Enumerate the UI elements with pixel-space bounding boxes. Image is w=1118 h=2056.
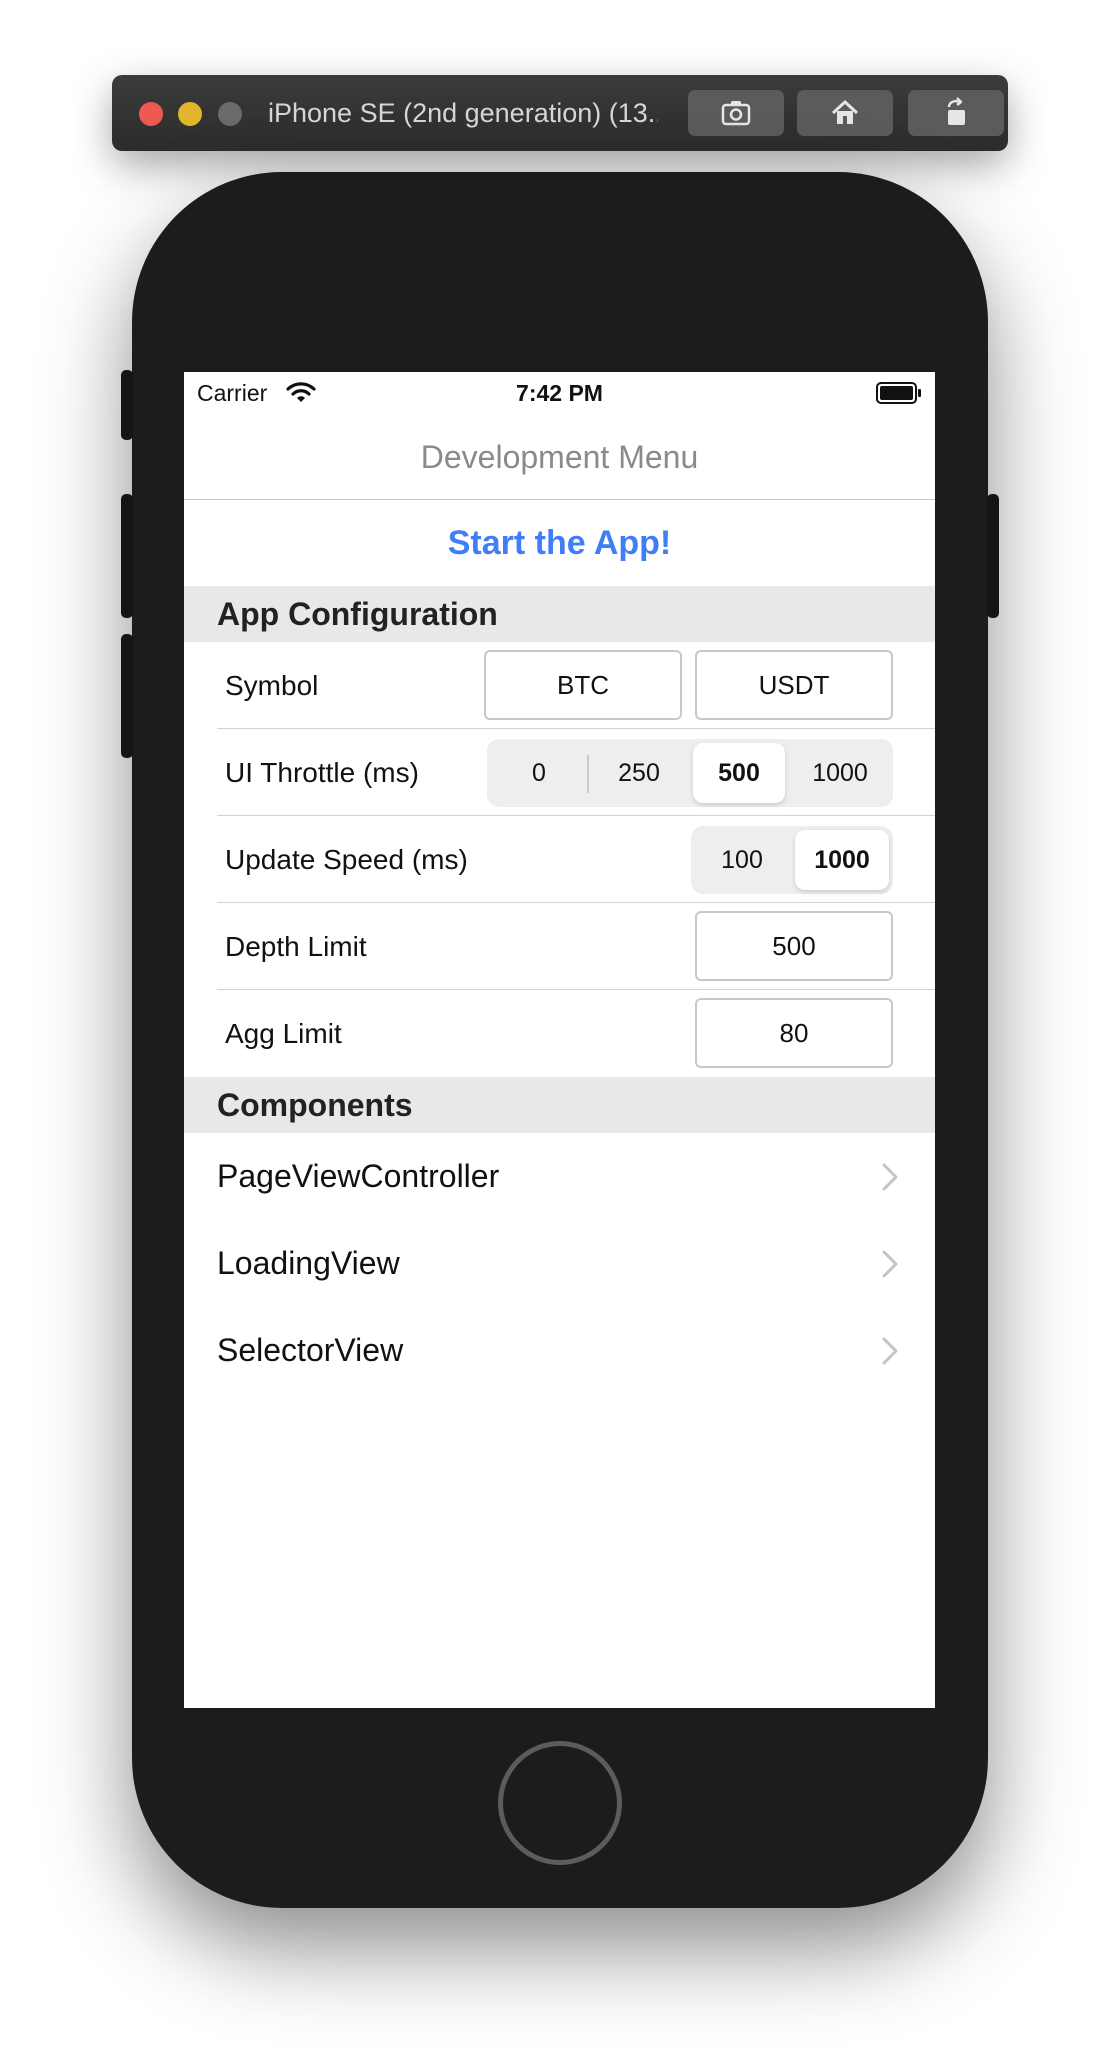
segment-divider [587,755,589,793]
volume-down-button [121,634,133,758]
chevron-right-icon [882,1337,898,1365]
ui-throttle-option-0[interactable]: 0 [491,743,587,803]
home-icon [831,100,859,124]
zoom-window-button[interactable] [218,102,242,126]
symbol-base-button[interactable]: BTC [484,650,682,720]
navigation-bar: Development Menu [184,414,935,500]
update-speed-segmented-control: 100 1000 [691,826,893,894]
ui-throttle-row: UI Throttle (ms) 0 250 500 1000 [184,729,935,816]
ui-throttle-label: UI Throttle (ms) [225,757,419,788]
screenshot-icon [721,101,751,126]
depth-limit-field[interactable]: 500 [695,911,893,981]
list-item-loading-view[interactable]: LoadingView [184,1220,935,1307]
ui-throttle-option-500[interactable]: 500 [693,743,785,803]
home-button[interactable] [797,90,893,136]
app-screen: Carrier 7:42 PM Development Menu Start t… [184,372,935,1708]
ui-throttle-segmented-control: 0 250 500 1000 [487,739,893,807]
chevron-right-icon [882,1163,898,1191]
list-item-label: SelectorView [217,1332,404,1368]
power-button [987,494,999,618]
minimize-window-button[interactable] [178,102,202,126]
section-header-components: Components [184,1077,935,1133]
list-item-label: PageViewController [217,1158,500,1194]
depth-limit-row: Depth Limit 500 [184,903,935,990]
screenshot-button[interactable] [688,90,784,136]
section-header-app-configuration: App Configuration [184,586,935,642]
list-item-label: LoadingView [217,1245,400,1281]
status-time: 7:42 PM [516,380,603,406]
rotate-icon [947,97,965,125]
simulator-window-bar: iPhone SE (2nd generation) (13... [112,75,1008,151]
ui-throttle-option-250[interactable]: 250 [591,743,687,803]
volume-up-button [121,494,133,618]
start-app-button[interactable]: Start the App! [184,500,935,586]
agg-limit-field[interactable]: 80 [695,998,893,1068]
simulator-title: iPhone SE (2nd generation) (13... [268,98,658,128]
chevron-right-icon [882,1250,898,1278]
device-home-button[interactable] [498,1741,622,1865]
update-speed-label: Update Speed (ms) [225,844,468,875]
update-speed-option-100[interactable]: 100 [695,830,789,890]
symbol-row: Symbol BTC USDT [184,642,935,729]
depth-limit-label: Depth Limit [225,931,367,962]
nav-title: Development Menu [420,439,699,475]
status-bar: Carrier 7:42 PM [184,372,935,414]
symbol-label: Symbol [225,670,319,701]
agg-limit-row: Agg Limit 80 [184,990,935,1077]
close-window-button[interactable] [139,102,163,126]
battery-icon [876,382,921,404]
update-speed-row: Update Speed (ms) 100 1000 [184,816,935,903]
list-item-page-view-controller[interactable]: PageViewController [184,1133,935,1220]
rotate-button[interactable] [908,90,1004,136]
agg-limit-label: Agg Limit [225,1018,342,1049]
symbol-quote-button[interactable]: USDT [695,650,893,720]
update-speed-option-1000[interactable]: 1000 [795,830,889,890]
list-item-selector-view[interactable]: SelectorView [184,1307,935,1394]
mute-switch [121,370,133,440]
ui-throttle-option-1000[interactable]: 1000 [791,743,889,803]
